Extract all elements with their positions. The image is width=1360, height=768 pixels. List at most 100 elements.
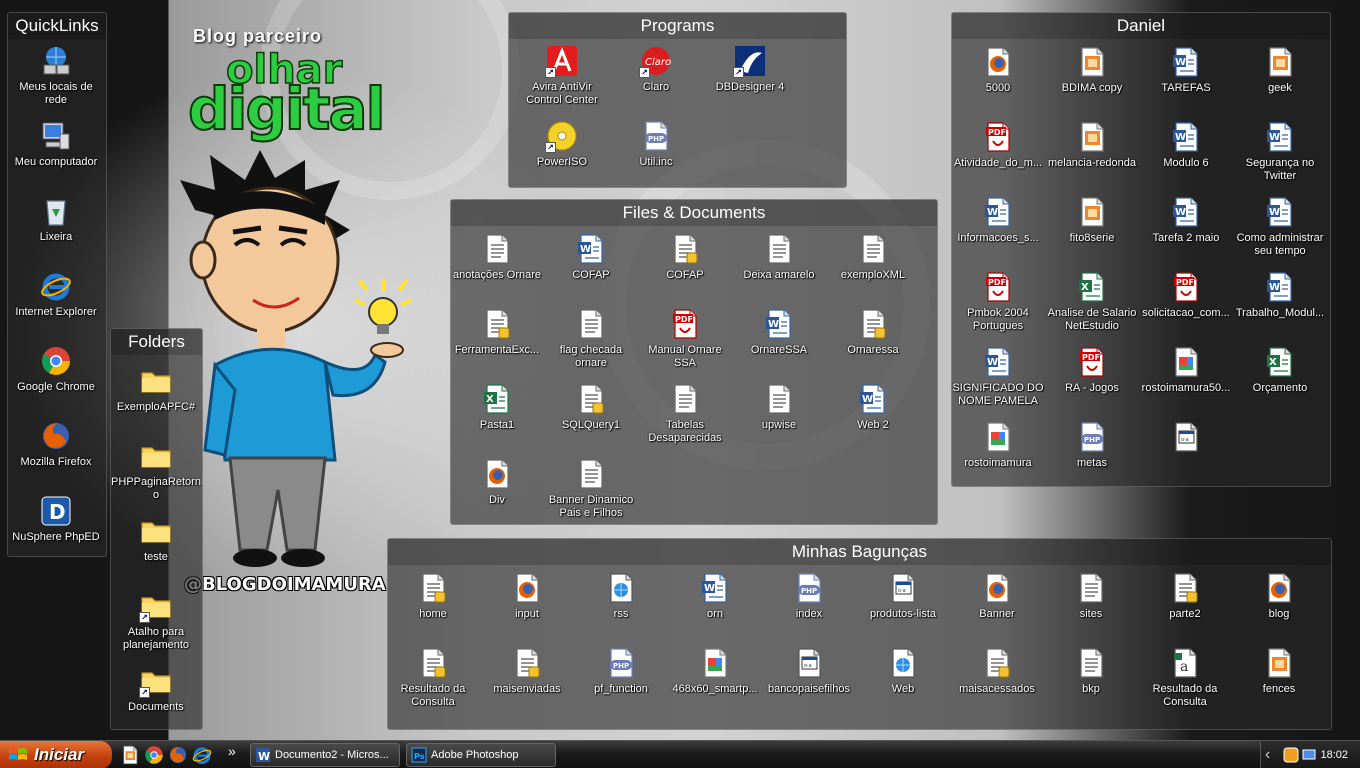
desktop-icon[interactable]: 5000: [951, 46, 1045, 95]
fences-tray-icon[interactable]: [1283, 747, 1299, 763]
desktop-icon[interactable]: W Tarefa 2 maio: [1139, 196, 1233, 245]
desktop-icon[interactable]: SQLQuery1: [544, 383, 638, 432]
desktop-icon[interactable]: flag checada ornare: [544, 308, 638, 370]
desktop-icon[interactable]: teste: [111, 515, 201, 564]
desktop-icon[interactable]: rostoimamura50...: [1139, 346, 1233, 395]
internet-explorer-icon[interactable]: [192, 745, 212, 765]
start-button[interactable]: Iniciar: [0, 741, 112, 768]
desktop-icon[interactable]: W SIGNIFICADO DO NOME PAMELA: [951, 346, 1045, 408]
desktop-icon[interactable]: ↗ DBDesigner 4: [703, 45, 797, 94]
desktop-icon[interactable]: input: [480, 572, 574, 621]
desktop-icon-label: fences: [1262, 683, 1296, 695]
desktop-icon[interactable]: W Como administrar seu tempo: [1233, 196, 1327, 258]
desktop-icon[interactable]: W Informacoes_s...: [951, 196, 1045, 245]
desktop-icon[interactable]: rss: [574, 572, 668, 621]
desktop-icon[interactable]: PDF solicitacao_com...: [1139, 271, 1233, 320]
desktop-icon[interactable]: ↗ Avira AntiVir Control Center: [515, 45, 609, 107]
fence-files-documents[interactable]: Files & Documents anotações Ornare W COFAP…: [450, 199, 938, 525]
svg-text:PDF: PDF: [988, 278, 1006, 287]
desktop-icon[interactable]: COFAP: [638, 233, 732, 282]
desktop-icon[interactable]: Banner: [950, 572, 1044, 621]
desktop-icon[interactable]: W OrnareSSA: [732, 308, 826, 357]
desktop-icon[interactable]: Claro ↗ Claro: [609, 45, 703, 94]
chrome-icon[interactable]: [144, 745, 164, 765]
network-tray-icon[interactable]: [1301, 747, 1317, 763]
fence-folders[interactable]: Folders ExemploAPFC# PHPPaginaRetorno test…: [110, 328, 203, 730]
desktop-icon[interactable]: PHP metas: [1045, 421, 1139, 470]
desktop-icon[interactable]: Banner Dinamico Pais e Filhos: [544, 458, 638, 520]
desktop-icon[interactable]: PDF Pmbok 2004 Portugues: [951, 271, 1045, 333]
desktop-icon[interactable]: rostoimamura: [951, 421, 1045, 470]
desktop-icon[interactable]: parte2: [1138, 572, 1232, 621]
fence-daniel[interactable]: Daniel 5000 BDIMA copy W TAREFAS geek PDF Ativ…: [951, 12, 1331, 487]
desktop-icon[interactable]: Deixa amarelo: [732, 233, 826, 282]
desktop-icon[interactable]: a Resultado da Consulta: [1138, 647, 1232, 709]
desktop-icon[interactable]: Internet Explorer: [11, 270, 101, 319]
desktop-icon[interactable]: PDF Manual Ornare SSA: [638, 308, 732, 370]
desktop-icon[interactable]: sites: [1044, 572, 1138, 621]
desktop-icon[interactable]: fito8serie: [1045, 196, 1139, 245]
desktop-icon[interactable]: maisenviadas: [480, 647, 574, 696]
desktop-icon[interactable]: PDF Atividade_do_m...: [951, 121, 1045, 170]
desktop-icon[interactable]: PDF RA - Jogos: [1045, 346, 1139, 395]
desktop-icon[interactable]: bkp: [1044, 647, 1138, 696]
desktop-icon[interactable]: o·a bancopaisefilhos: [762, 647, 856, 696]
desktop-icon[interactable]: X Analise de Salario NetEstudio: [1045, 271, 1139, 333]
desktop-icon[interactable]: blog: [1232, 572, 1326, 621]
desktop-icon[interactable]: Web: [856, 647, 950, 696]
desktop-icon[interactable]: Worn: [668, 572, 762, 621]
desktop-icon[interactable]: 468x60_smartp...: [668, 647, 762, 696]
desktop-icon[interactable]: PHPPaginaRetorno: [111, 440, 201, 502]
desktop-icon-label: Meus locais de rede: [19, 81, 93, 106]
taskbar-button[interactable]: W Documento2 - Micros...: [250, 743, 400, 767]
fence-quicklinks[interactable]: QuickLinks Meus locais de rede Meu comput…: [7, 12, 107, 557]
desktop-icon[interactable]: W TAREFAS: [1139, 46, 1233, 95]
quick-launch-overflow[interactable]: »: [228, 741, 236, 761]
desktop-icon[interactable]: anotações Ornare: [450, 233, 544, 282]
desktop-icon[interactable]: PHP pf_function: [574, 647, 668, 696]
desktop-icon[interactable]: Meus locais de rede: [11, 45, 101, 107]
desktop-icon[interactable]: D NuSphere PhpED: [11, 495, 101, 544]
desktop-icon[interactable]: W Segurança no Twitter: [1233, 121, 1327, 183]
desktop-icon[interactable]: Tabelas Desaparecidas: [638, 383, 732, 445]
taskbar-button[interactable]: Ps Adobe Photoshop: [406, 743, 556, 767]
desktop-icon[interactable]: X Pasta1: [450, 383, 544, 432]
desktop-icon[interactable]: Ornaressa: [826, 308, 920, 357]
desktop-icon[interactable]: exemploXML: [826, 233, 920, 282]
desktop-icon[interactable]: W Web 2: [826, 383, 920, 432]
desktop-icon[interactable]: ↗ Documents: [111, 665, 201, 714]
desktop-icon[interactable]: ↗ PowerISO: [515, 120, 609, 169]
desktop-icon[interactable]: Mozilla Firefox: [11, 420, 101, 469]
desktop-icon[interactable]: Meu computador: [11, 120, 101, 169]
firefox-html-icon: [511, 572, 543, 604]
fence-minhas-bagunças[interactable]: Minhas Bagunças home input rss Worn PHP index…: [387, 538, 1332, 730]
desktop-icon[interactable]: melancia-redonda: [1045, 121, 1139, 170]
desktop-icon[interactable]: fences: [1232, 647, 1326, 696]
desktop-icon[interactable]: Div: [450, 458, 544, 507]
desktop-icon[interactable]: ↗ Atalho para planejamento: [111, 590, 201, 652]
desktop-icon[interactable]: Resultado da Consulta: [386, 647, 480, 709]
fences-icon[interactable]: [120, 745, 140, 765]
desktop-icon[interactable]: o·a produtos-lista: [856, 572, 950, 621]
desktop-icon[interactable]: geek: [1233, 46, 1327, 95]
desktop-icon[interactable]: maisacessados: [950, 647, 1044, 696]
desktop-icon[interactable]: home: [386, 572, 480, 621]
tray-expand-arrow[interactable]: ‹: [1265, 741, 1270, 768]
desktop[interactable]: Blog parceiro olhar digital @BLOGDOIMAMU…: [0, 0, 1360, 740]
desktop-icon[interactable]: FerramentaExc...: [450, 308, 544, 357]
desktop-icon[interactable]: o·a: [1139, 421, 1233, 457]
desktop-icon[interactable]: Google Chrome: [11, 345, 101, 394]
fence-programs[interactable]: Programs ↗ Avira AntiVir Control Center Cl…: [508, 12, 847, 188]
desktop-icon[interactable]: X Orçamento: [1233, 346, 1327, 395]
desktop-icon[interactable]: BDIMA copy: [1045, 46, 1139, 95]
desktop-icon[interactable]: ExemploAPFC#: [111, 365, 201, 414]
clock[interactable]: 18:02: [1320, 741, 1348, 768]
firefox-icon[interactable]: [168, 745, 188, 765]
desktop-icon[interactable]: Lixeira: [11, 195, 101, 244]
desktop-icon[interactable]: PHP Util.inc: [609, 120, 703, 169]
desktop-icon[interactable]: W COFAP: [544, 233, 638, 282]
desktop-icon[interactable]: W Modulo 6: [1139, 121, 1233, 170]
desktop-icon[interactable]: PHP index: [762, 572, 856, 621]
desktop-icon[interactable]: W Trabalho_Modul...: [1233, 271, 1327, 320]
desktop-icon[interactable]: upwise: [732, 383, 826, 432]
